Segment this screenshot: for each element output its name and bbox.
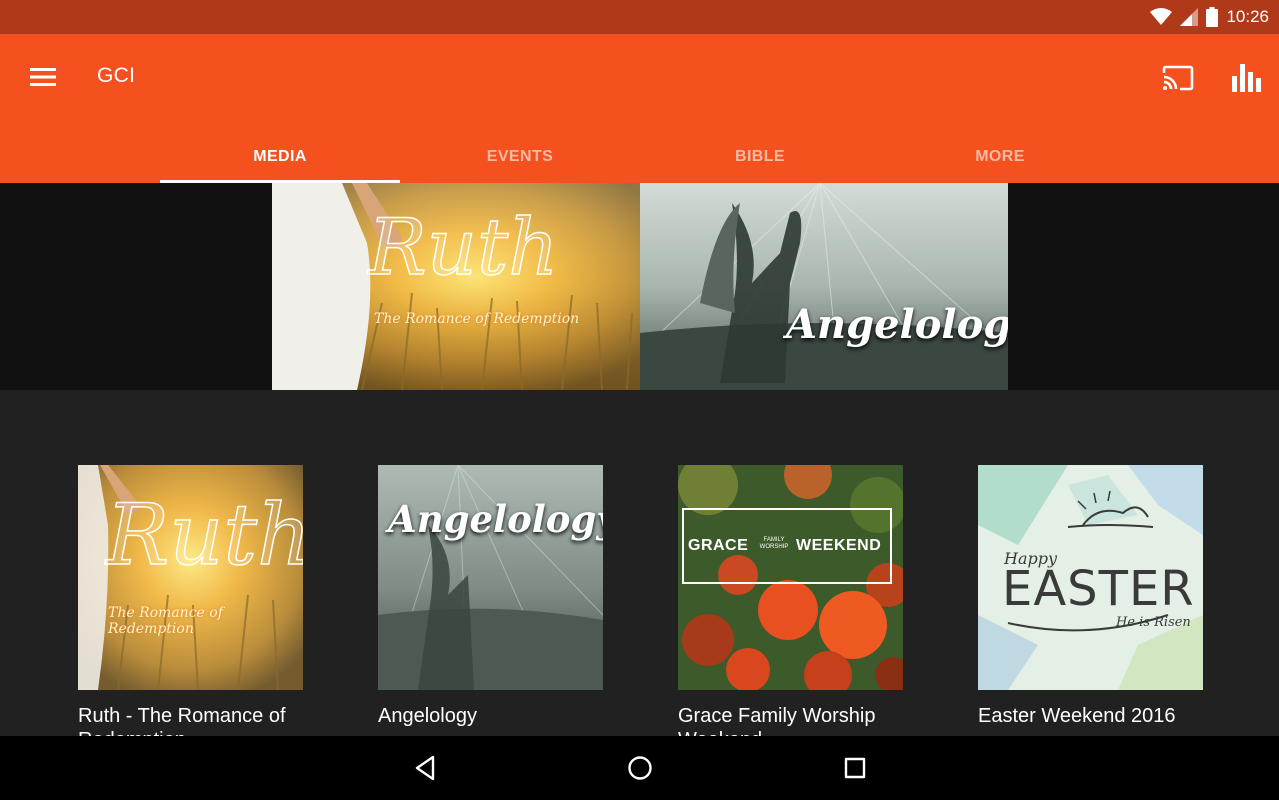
back-icon [415,755,435,781]
card-title: Grace Family Worship Weekend [678,705,876,736]
card-grace-art-left: GRACE [688,537,749,554]
battery-icon [1206,7,1219,27]
cast-icon [1162,65,1194,91]
card-angelology-art-title: Angelology [388,497,603,541]
media-card-grace-weekend[interactable]: GRACE FAMILY WORSHIP WEEKEND Grace Famil… [678,465,903,736]
banner-ruth-subtitle: The Romance of Redemption [374,311,580,327]
back-button[interactable] [405,748,445,788]
app-bar: GCI MEDIA EVENTS BIBLE MORE [0,34,1279,183]
tab-more[interactable]: MORE [880,130,1120,183]
cast-button[interactable] [1158,58,1198,98]
home-button[interactable] [620,748,660,788]
card-easter-art-subtitle: He is Risen [1116,615,1191,630]
card-title: Ruth - The Romance of Redemption [78,705,286,736]
card-thumbnail: Ruth The Romance of Redemption [78,465,303,690]
media-card-ruth[interactable]: Ruth The Romance of Redemption Ruth - Th… [78,465,303,736]
tab-bar: MEDIA EVENTS BIBLE MORE [160,130,1120,183]
media-card-angelology[interactable]: Angelology Angelology [378,465,603,728]
cell-signal-icon [1180,8,1199,26]
angelology-banner-art [640,183,1008,390]
app-title: GCI [97,64,136,87]
home-icon [628,756,652,780]
card-title: Easter Weekend 2016 [978,705,1176,727]
card-ruth-art-title: Ruth [105,486,303,584]
banner-ruth[interactable]: Ruth The Romance of Redemption [272,183,640,390]
featured-banner: Ruth The Romance of Redemption Angelolo [0,183,1279,390]
card-grace-art-small-bottom: WORSHIP [759,544,789,550]
recents-icon [844,757,866,779]
tab-bible[interactable]: BIBLE [640,130,880,183]
card-thumbnail: Happy EASTER He is Risen [978,465,1203,690]
card-title: Angelology [378,705,477,727]
menu-button[interactable] [22,58,64,96]
status-bar: 10:26 [0,0,1279,34]
card-thumbnail: GRACE FAMILY WORSHIP WEEKEND [678,465,903,690]
card-thumbnail: Angelology [378,465,603,690]
status-time: 10:26 [1226,7,1269,26]
system-nav-bar [0,736,1279,800]
tab-media[interactable]: MEDIA [160,130,400,183]
card-grace-art-right: WEEKEND [796,537,882,554]
card-grace-art-small-top: FAMILY [763,537,785,543]
status-icons: 10:26 [1150,0,1269,34]
banner-angelology[interactable]: Angelology [640,183,1008,390]
media-card-easter-weekend[interactable]: Happy EASTER He is Risen Easter Weekend … [978,465,1203,728]
bar-chart-icon [1232,64,1261,92]
card-ruth-art-subtitle: The Romance of Redemption [108,605,223,637]
menu-icon [30,68,56,86]
stats-button[interactable] [1227,58,1267,98]
media-grid: Ruth The Romance of Redemption Ruth - Th… [0,390,1279,736]
wifi-icon [1150,8,1173,25]
banner-ruth-title: Ruth [367,203,559,293]
tab-events[interactable]: EVENTS [400,130,640,183]
recents-button[interactable] [835,748,875,788]
card-easter-art-title: EASTER [1002,561,1195,617]
banner-angelology-title: Angelology [786,301,1008,348]
grace-weekend-thumbnail-art [678,465,903,690]
card-grace-art-small: FAMILY WORSHIP [756,537,792,551]
